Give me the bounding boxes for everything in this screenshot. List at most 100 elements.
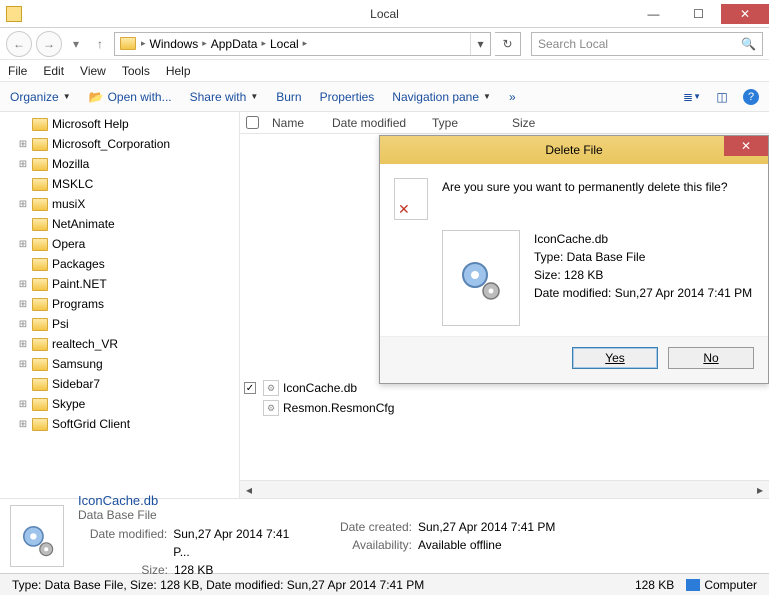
selectall-checkbox[interactable] <box>246 116 259 129</box>
preview-pane-icon[interactable]: ◫ <box>713 89 731 105</box>
tree-item[interactable]: ⊞Microsoft_Corporation <box>0 134 239 154</box>
recent-dropdown[interactable]: ▾ <box>66 31 86 57</box>
open-icon: 📂 <box>89 90 104 104</box>
main-area: Microsoft Help ⊞Microsoft_Corporation⊞Moz… <box>0 112 769 498</box>
computer-icon <box>686 579 700 591</box>
breadcrumb-item[interactable]: AppData <box>207 37 262 51</box>
tree-item[interactable]: ⊞Programs <box>0 294 239 314</box>
expand-icon[interactable]: ⊞ <box>18 299 28 310</box>
expand-icon[interactable]: ⊞ <box>18 319 28 330</box>
details-created-value: Sun,27 Apr 2014 7:41 PM <box>418 518 555 536</box>
close-button[interactable]: ✕ <box>721 4 769 24</box>
menu-view[interactable]: View <box>80 64 106 78</box>
yes-button[interactable]: Yes <box>572 347 658 369</box>
db-file-icon: ⚙ <box>263 380 279 396</box>
menu-help[interactable]: Help <box>166 64 191 78</box>
maximize-button[interactable]: ☐ <box>676 4 721 24</box>
folder-icon <box>32 178 48 191</box>
openwith-button[interactable]: 📂Open with... <box>89 90 172 104</box>
search-input[interactable]: Search Local 🔍 <box>531 32 763 56</box>
folder-icon <box>32 118 48 131</box>
tree-label: Microsoft Help <box>52 117 129 131</box>
scroll-left-icon[interactable]: ◂ <box>240 483 258 497</box>
tree-item[interactable]: ⊞SoftGrid Client <box>0 414 239 434</box>
address-bar[interactable]: ▸ Windows ▸ AppData ▸ Local ▸ ▾ <box>114 32 491 56</box>
tree-item[interactable]: Packages <box>0 254 239 274</box>
expand-icon[interactable]: ⊞ <box>18 139 28 150</box>
organize-button[interactable]: Organize▼ <box>10 90 71 104</box>
forward-button[interactable]: → <box>36 31 62 57</box>
sharewith-button[interactable]: Share with▼ <box>190 90 259 104</box>
tree-label: NetAnimate <box>52 217 115 231</box>
minimize-button[interactable]: — <box>631 4 676 24</box>
expand-icon[interactable]: ⊞ <box>18 339 28 350</box>
horizontal-scrollbar[interactable]: ◂ ▸ <box>240 480 769 498</box>
back-button[interactable]: ← <box>6 31 32 57</box>
search-icon: 🔍 <box>741 37 756 51</box>
tree-item[interactable]: ⊞Psi <box>0 314 239 334</box>
status-size: 128 KB <box>629 578 680 592</box>
file-checkbox[interactable]: ✓ <box>244 382 256 394</box>
gear-icon <box>457 257 507 307</box>
breadcrumb-item[interactable]: Local <box>266 37 303 51</box>
tree-item[interactable]: Sidebar7 <box>0 374 239 394</box>
dialog-title: Delete File <box>545 143 602 157</box>
details-pane: IconCache.db Data Base File Date modifie… <box>0 498 769 573</box>
menu-edit[interactable]: Edit <box>43 64 64 78</box>
details-created-label: Date created: <box>322 518 412 536</box>
breadcrumb-item[interactable]: Windows <box>146 37 203 51</box>
folder-icon <box>32 318 48 331</box>
folder-icon <box>32 138 48 151</box>
tree-item[interactable]: ⊞Opera <box>0 234 239 254</box>
status-summary: Type: Data Base File, Size: 128 KB, Date… <box>6 578 430 592</box>
tree-item[interactable]: ⊞Skype <box>0 394 239 414</box>
folder-icon <box>32 338 48 351</box>
expand-icon[interactable]: ⊞ <box>18 359 28 370</box>
properties-button[interactable]: Properties <box>320 90 375 104</box>
address-dropdown[interactable]: ▾ <box>470 33 490 55</box>
folder-icon <box>32 278 48 291</box>
folder-tree[interactable]: Microsoft Help ⊞Microsoft_Corporation⊞Moz… <box>0 112 240 498</box>
expand-icon[interactable]: ⊞ <box>18 159 28 170</box>
navpane-button[interactable]: Navigation pane▼ <box>392 90 491 104</box>
col-name[interactable]: Name <box>264 116 324 130</box>
expand-icon[interactable]: ⊞ <box>18 199 28 210</box>
tree-item[interactable]: Microsoft Help <box>0 114 239 134</box>
menu-bar: File Edit View Tools Help <box>0 60 769 82</box>
tree-item[interactable]: ⊞Mozilla <box>0 154 239 174</box>
folder-icon <box>32 258 48 271</box>
up-button[interactable]: ↑ <box>90 31 110 57</box>
expand-icon[interactable]: ⊞ <box>18 399 28 410</box>
toolbar-overflow[interactable]: » <box>509 90 516 104</box>
tree-item[interactable]: ⊞ realtech_VR <box>0 334 239 354</box>
col-type[interactable]: Type <box>424 116 504 130</box>
tree-item[interactable]: NetAnimate <box>0 214 239 234</box>
tree-item[interactable]: MSKLC <box>0 174 239 194</box>
file-row[interactable]: ⚙ Resmon.ResmonCfg <box>240 398 769 418</box>
tree-item[interactable]: ⊞Samsung <box>0 354 239 374</box>
dialog-filemodified: Date modified: Sun,27 Apr 2014 7:41 PM <box>534 284 752 302</box>
scroll-right-icon[interactable]: ▸ <box>751 483 769 497</box>
dialog-close-button[interactable]: ✕ <box>724 136 768 156</box>
folder-icon <box>32 358 48 371</box>
menu-tools[interactable]: Tools <box>122 64 150 78</box>
expand-icon[interactable]: ⊞ <box>18 279 28 290</box>
view-options-icon[interactable]: ≣ ▼ <box>683 89 701 105</box>
menu-file[interactable]: File <box>8 64 27 78</box>
tree-item[interactable]: ⊞musiX <box>0 194 239 214</box>
expand-icon[interactable]: ⊞ <box>18 419 28 430</box>
content-pane: Name Date modified Type Size Delete File… <box>240 112 769 498</box>
tree-label: Packages <box>52 257 105 271</box>
search-placeholder: Search Local <box>538 37 608 51</box>
help-icon[interactable]: ? <box>743 89 759 105</box>
details-modified-value: Sun,27 Apr 2014 7:41 P... <box>173 525 308 561</box>
col-modified[interactable]: Date modified <box>324 116 424 130</box>
burn-button[interactable]: Burn <box>276 90 301 104</box>
no-button[interactable]: No <box>668 347 754 369</box>
expand-icon[interactable]: ⊞ <box>18 239 28 250</box>
col-size[interactable]: Size <box>504 116 564 130</box>
refresh-button[interactable]: ↻ <box>495 32 521 56</box>
tree-label: Paint.NET <box>52 277 107 291</box>
tree-label: realtech_VR <box>52 337 118 351</box>
tree-item[interactable]: ⊞ Paint.NET <box>0 274 239 294</box>
